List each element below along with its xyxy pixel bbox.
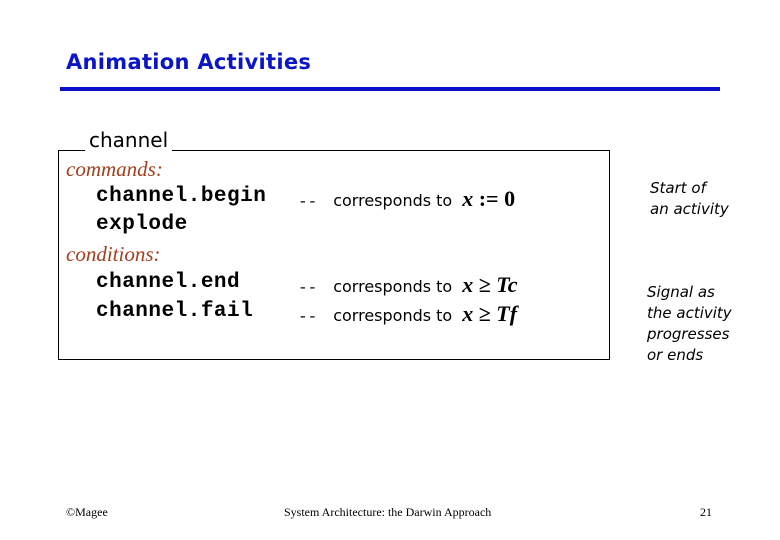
corresponds-text: corresponds to [333,306,453,325]
note-line: an activity [650,200,729,218]
note-signal: Signal as the activity progresses or end… [647,282,732,366]
code-explode: explode [96,213,188,236]
note-line: Signal as [647,283,715,301]
footer-copyright: ©Magee [66,505,108,519]
page-number: 21 [700,505,712,519]
slide-title: Animation Activities [66,50,312,74]
channel-box-legend: channel [85,128,173,152]
math-expression: x := 0 [462,186,515,211]
note-line: the activity [647,304,732,322]
corresponds-text: corresponds to [333,191,453,210]
conditions-label: conditions: [66,242,161,266]
note-line: Start of [650,179,706,197]
mapping-end: -- corresponds to x ≥ Tc [298,272,517,298]
footer-title: System Architecture: the Darwin Approach [284,505,492,519]
commands-label: commands: [66,157,163,181]
code-channel-fail: channel.fail [96,300,254,323]
math-val: Tc [496,272,518,297]
code-channel-end: channel.end [96,271,241,294]
math-val: 0 [504,186,516,211]
dash: -- [298,308,318,326]
corresponds-text: corresponds to [333,277,453,296]
mapping-begin: -- corresponds to x := 0 [298,186,515,212]
math-val: Tf [496,301,518,326]
mapping-fail: -- corresponds to x ≥ Tf [298,301,517,327]
math-var: x [462,186,474,211]
math-op: ≥ [478,272,491,297]
title-underline [60,87,720,91]
note-start-of-activity: Start of an activity [650,178,729,220]
math-expression: x ≥ Tf [462,301,517,326]
math-var: x [462,301,474,326]
dash: -- [298,193,318,211]
math-expression: x ≥ Tc [462,272,517,297]
math-op: := [478,186,499,211]
code-channel-begin: channel.begin [96,185,267,208]
note-line: or ends [647,346,704,364]
math-op: ≥ [478,301,491,326]
dash: -- [298,279,318,297]
note-line: progresses [647,325,730,343]
math-var: x [462,272,474,297]
